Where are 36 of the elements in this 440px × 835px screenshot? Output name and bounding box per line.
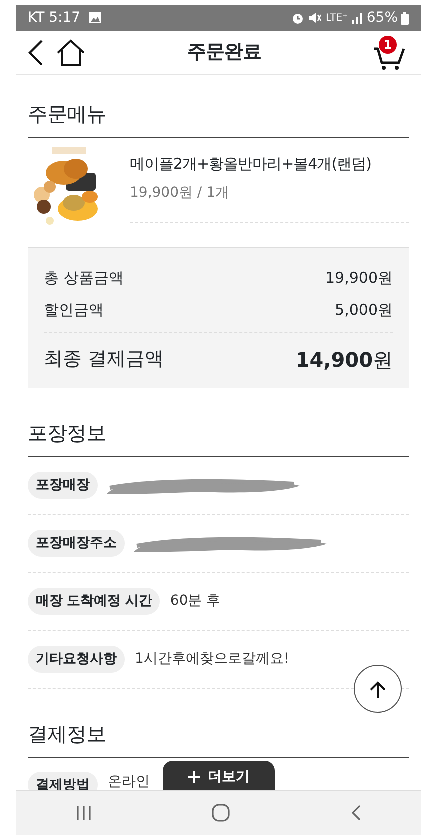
- more-button[interactable]: 더보기: [163, 761, 275, 793]
- mute-icon: [308, 11, 322, 25]
- section-heading: 주문메뉴: [28, 75, 409, 138]
- alarm-icon: [290, 11, 305, 25]
- product-price: 19,900원 / 1개: [130, 184, 231, 202]
- info-label: 매장 도착예정 시간: [28, 588, 160, 615]
- product-name: 메이플2개+황올반마리+볼4개(랜덤): [130, 154, 372, 175]
- summary-amount: 19,900원: [326, 268, 393, 289]
- section-heading: 포장정보: [28, 388, 409, 457]
- plus-icon: [188, 771, 200, 783]
- battery-level: 65%: [366, 8, 398, 28]
- signal-icon: [350, 12, 363, 24]
- info-value: 온라인: [108, 773, 150, 792]
- home-button-icon[interactable]: [212, 804, 230, 822]
- recent-apps-icon[interactable]: [76, 805, 92, 821]
- info-value: 60분 후: [170, 592, 221, 611]
- summary-label: 할인금액: [44, 300, 104, 321]
- battery-icon: [401, 12, 409, 24]
- total-label: 최종 결제금액: [44, 347, 164, 372]
- summary-amount: 5,000원: [335, 300, 393, 321]
- back-icon[interactable]: [28, 40, 44, 66]
- cart-count-badge: 1: [379, 36, 397, 54]
- info-value: 1시간후에찾으로갈께요!: [135, 650, 290, 669]
- arrow-up-icon: [370, 680, 386, 699]
- carrier-time: KT 5:17: [28, 8, 81, 28]
- info-label: 포장매장: [28, 472, 98, 499]
- page-title: 주문완료: [186, 40, 262, 66]
- info-label: 포장매장주소: [28, 530, 125, 557]
- back-button-icon[interactable]: [350, 805, 361, 821]
- network-type: LTE⁺: [326, 12, 348, 26]
- home-icon[interactable]: [56, 38, 86, 66]
- info-label: 기타요청사항: [28, 646, 125, 673]
- gallery-icon: [88, 12, 102, 24]
- total-amount: 14,900원: [296, 346, 393, 374]
- scroll-top-button[interactable]: [354, 665, 402, 713]
- summary-label: 총 상품금액: [44, 268, 124, 289]
